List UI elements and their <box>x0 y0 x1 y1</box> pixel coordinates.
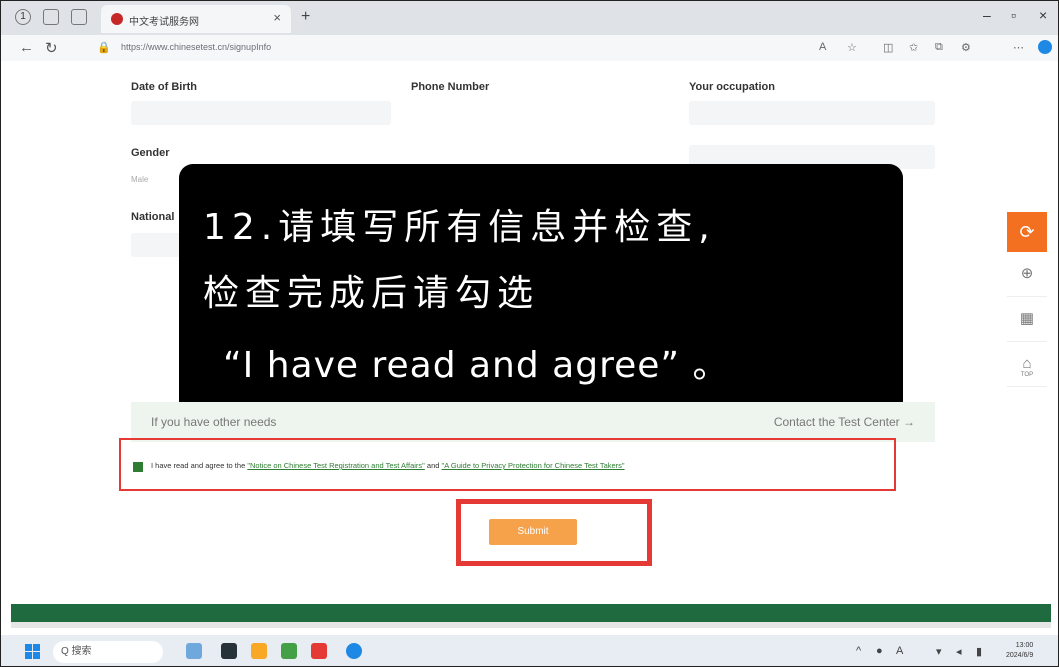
back-to-top-button[interactable]: ⌂ TOP <box>1007 342 1047 387</box>
favorites-bar-icon[interactable]: ✩ <box>909 41 918 54</box>
customer-service-icon[interactable]: ⟳ <box>1007 212 1047 252</box>
submit-button[interactable]: Submit <box>489 519 577 545</box>
close-tab-icon[interactable]: × <box>273 10 281 25</box>
maximize-button[interactable]: ▫ <box>1011 7 1016 23</box>
qr-code-icon[interactable]: ▦ <box>1007 297 1047 342</box>
agreement-highlight-box: I have read and agree to the "Notice on … <box>119 438 896 491</box>
start-button[interactable] <box>25 644 40 659</box>
nationality-field[interactable] <box>131 233 181 257</box>
phone-number-label: Phone Number <box>411 81 490 93</box>
privacy-guide-link[interactable]: "A Guide to Privacy Protection for Chine… <box>442 461 625 470</box>
other-needs-text: If you have other needs <box>151 415 277 429</box>
date-of-birth-field[interactable] <box>131 101 391 125</box>
feedback-icon[interactable]: ⊕ <box>1007 252 1047 297</box>
tab-title: 中文考试服务网 <box>129 17 199 28</box>
more-menu-icon[interactable]: ⋯ <box>1013 41 1024 54</box>
registration-page: Date of Birth Phone Number Your occupati… <box>1 61 1058 603</box>
wifi-icon[interactable]: ▾ <box>936 645 942 658</box>
other-needs-bar: If you have other needs Contact the Test… <box>131 402 935 442</box>
profile-icon[interactable]: 1 <box>15 9 31 25</box>
registration-notice-link[interactable]: "Notice on Chinese Test Registration and… <box>247 461 425 470</box>
collections-icon[interactable]: ⧉ <box>935 41 943 54</box>
split-screen-icon[interactable]: ◫ <box>883 41 893 54</box>
close-window-button[interactable]: × <box>1039 7 1047 23</box>
browser-tab[interactable]: 中文考试服务网 × <box>101 5 291 33</box>
file-explorer-icon[interactable] <box>251 643 267 659</box>
url-field[interactable]: https://www.chinesetest.cn/signupInfo <box>121 42 271 52</box>
horizontal-scrollbar[interactable] <box>11 622 1051 628</box>
site-favicon-icon <box>111 13 123 25</box>
workspaces-icon[interactable] <box>43 9 59 25</box>
gender-option-male[interactable]: Male <box>131 175 148 184</box>
agree-checkbox[interactable] <box>133 462 143 472</box>
back-to-top-label: TOP <box>1020 372 1034 378</box>
lock-icon[interactable]: 🔒 <box>97 41 111 54</box>
clock-time: 13:00 <box>1015 642 1034 649</box>
tray-app-icon[interactable]: ● <box>876 645 883 657</box>
minimize-button[interactable]: – <box>983 7 991 23</box>
tab-actions-icon[interactable] <box>71 9 87 25</box>
page-footer-bar <box>11 604 1051 622</box>
instruction-line-3: “I have read and agree” 。 <box>223 345 730 386</box>
new-tab-button[interactable]: + <box>301 8 310 26</box>
clock-date: 2024/6/9 <box>1006 652 1034 659</box>
refresh-icon[interactable]: ↻ <box>45 39 58 57</box>
tray-expand-icon[interactable]: ^ <box>856 645 861 657</box>
instruction-overlay: 12.请填写所有信息并检查, 检查完成后请勾选 “I have read and… <box>179 164 903 424</box>
agreement-middle: and <box>424 461 442 470</box>
task-view-icon[interactable] <box>221 643 237 659</box>
floating-side-menu: ⟳ ⊕ ▦ ⌂ TOP <box>1007 212 1047 387</box>
contact-test-center-link[interactable]: Contact the Test Center → <box>774 415 915 429</box>
wps-icon[interactable] <box>311 643 327 659</box>
agreement-prefix: I have read and agree to the <box>151 461 248 470</box>
date-of-birth-label: Date of Birth <box>131 81 197 93</box>
occupation-label: Your occupation <box>689 81 775 93</box>
back-to-top-icon: ⌂ <box>1022 355 1032 372</box>
widgets-icon[interactable] <box>186 643 202 659</box>
address-bar-row: ← ↻ 🔒 https://www.chinesetest.cn/signupI… <box>1 35 1058 62</box>
system-clock[interactable]: 13:00 2024/6/9 <box>1006 641 1033 661</box>
back-icon[interactable]: ← <box>19 39 34 56</box>
favorite-icon[interactable]: ☆ <box>847 41 857 54</box>
gender-label: Gender <box>131 147 170 159</box>
agreement-text: I have read and agree to the "Notice on … <box>151 461 625 470</box>
wechat-icon[interactable] <box>281 643 297 659</box>
browser-tab-bar: 1 中文考试服务网 × + – ▫ × <box>1 1 1058 35</box>
occupation-field[interactable] <box>689 101 935 125</box>
read-aloud-icon[interactable]: A <box>819 41 826 53</box>
instruction-line-2: 检查完成后请勾选 <box>203 273 540 314</box>
taskbar-search[interactable]: Q 搜索 <box>53 641 163 663</box>
battery-icon[interactable]: ▮ <box>976 645 982 658</box>
volume-icon[interactable]: ◂ <box>956 645 962 658</box>
instruction-line-1: 12.请填写所有信息并检查, <box>203 207 716 248</box>
windows-taskbar: Q 搜索 ^ ● A ▾ ◂ ▮ 13:00 2024/6/9 <box>1 635 1058 666</box>
extensions-icon[interactable]: ⚙ <box>961 41 971 54</box>
nationality-label: National <box>131 211 175 223</box>
copilot-icon[interactable] <box>1038 40 1052 54</box>
edge-browser-icon[interactable] <box>346 643 362 659</box>
screen: 1 中文考试服务网 × + – ▫ × ← ↻ 🔒 https://www.ch… <box>0 0 1059 667</box>
ime-icon[interactable]: A <box>896 645 903 657</box>
